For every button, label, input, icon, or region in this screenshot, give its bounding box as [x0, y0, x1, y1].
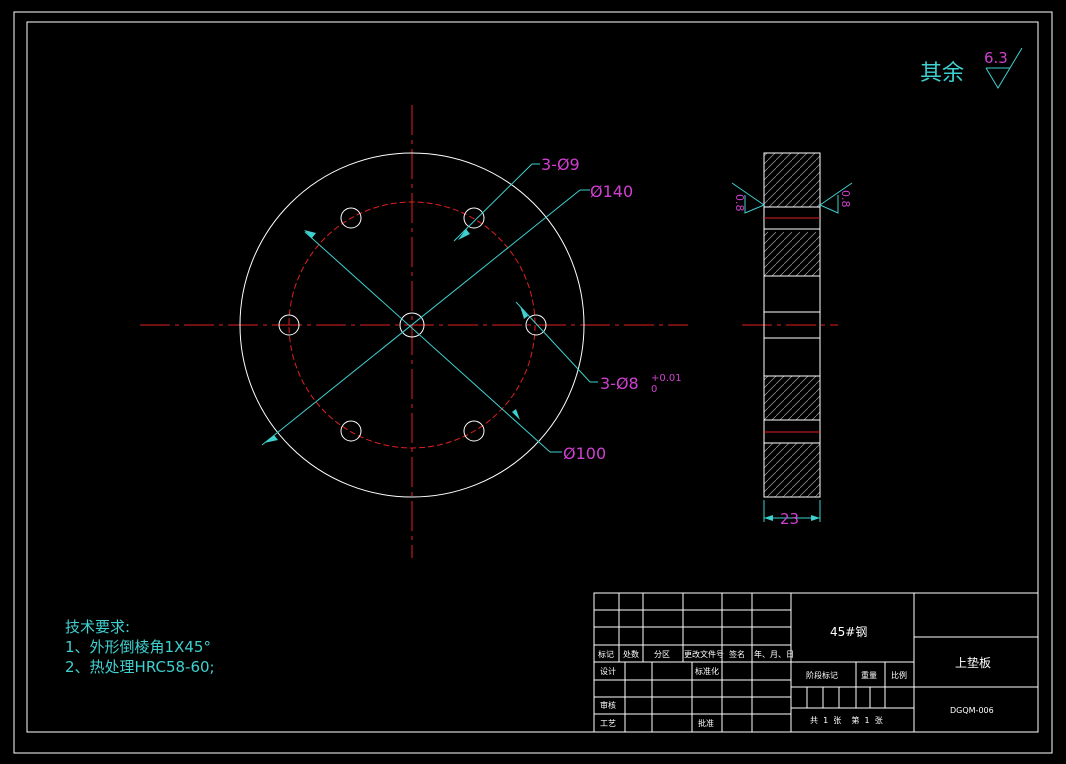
tb-review: 审核 — [600, 700, 616, 710]
tb-weight: 重量 — [861, 670, 877, 680]
tb-standard: 标准化 — [695, 666, 719, 676]
dim-label-holes-small: 3-Ø9 — [541, 155, 580, 174]
tb-process: 工艺 — [600, 719, 616, 728]
notes-title: 技术要求: — [65, 618, 130, 636]
dim-leader-ø100 — [304, 231, 551, 453]
dim-leader-ø140 — [261, 189, 581, 446]
tb-stage: 阶段标记 — [806, 670, 838, 680]
dim-label-holes-pin: 3-Ø8 — [600, 374, 639, 393]
tb-scale: 比例 — [891, 670, 907, 680]
dim-tol-lower: 0 — [651, 384, 657, 395]
notes-item-2: 2、热处理HRC58-60; — [65, 658, 215, 676]
dim-thickness: 23 — [780, 510, 799, 528]
dim-leader-ø8 — [515, 301, 591, 383]
surface-right: 0.8 — [839, 190, 852, 208]
dim-label-bolt-circle: Ø140 — [590, 182, 633, 201]
notes-item-1: 1、外形倒棱角1X45° — [65, 638, 211, 656]
tb-approve: 批准 — [698, 718, 714, 728]
dim-label-inner-circle: Ø100 — [563, 444, 606, 463]
surface-left: 0.8 — [733, 194, 746, 212]
inner-border — [26, 21, 1039, 733]
roughness-label: 其余 — [920, 61, 964, 86]
tb-design: 设计 — [600, 666, 616, 676]
tb-rev-header-5: 年、月、日 — [754, 649, 794, 659]
tb-rev-header-2: 分区 — [654, 650, 670, 659]
tb-rev-header-0: 标记 — [598, 649, 614, 659]
tb-rev-header-1: 处数 — [623, 649, 639, 659]
dim-arrows — [264, 229, 528, 443]
hole — [340, 420, 362, 442]
tb-drawing-no: DGQM-006 — [950, 706, 994, 715]
side-view: 0.8 0.8 23 — [731, 152, 853, 528]
dim-tol-upper: +0.01 — [651, 373, 682, 384]
roughness-value: 6.3 — [984, 49, 1008, 67]
tb-part-name: 上垫板 — [955, 655, 991, 670]
tb-sheets: 共 1 张 第 1 张 — [810, 715, 883, 725]
tb-material: 45#钢 — [830, 625, 867, 639]
tb-rev-header-3: 更改文件号 — [684, 649, 724, 659]
hole — [463, 207, 485, 229]
front-view: 3-Ø9 Ø140 3-Ø8 +0.01 0 Ø100 — [140, 105, 688, 558]
tb-rev-header-4: 签名 — [729, 649, 745, 659]
cad-drawing: 其余 6.3 3-Ø9 Ø140 3-Ø8 +0.01 0 Ø100 0.8 0… — [13, 11, 1053, 754]
